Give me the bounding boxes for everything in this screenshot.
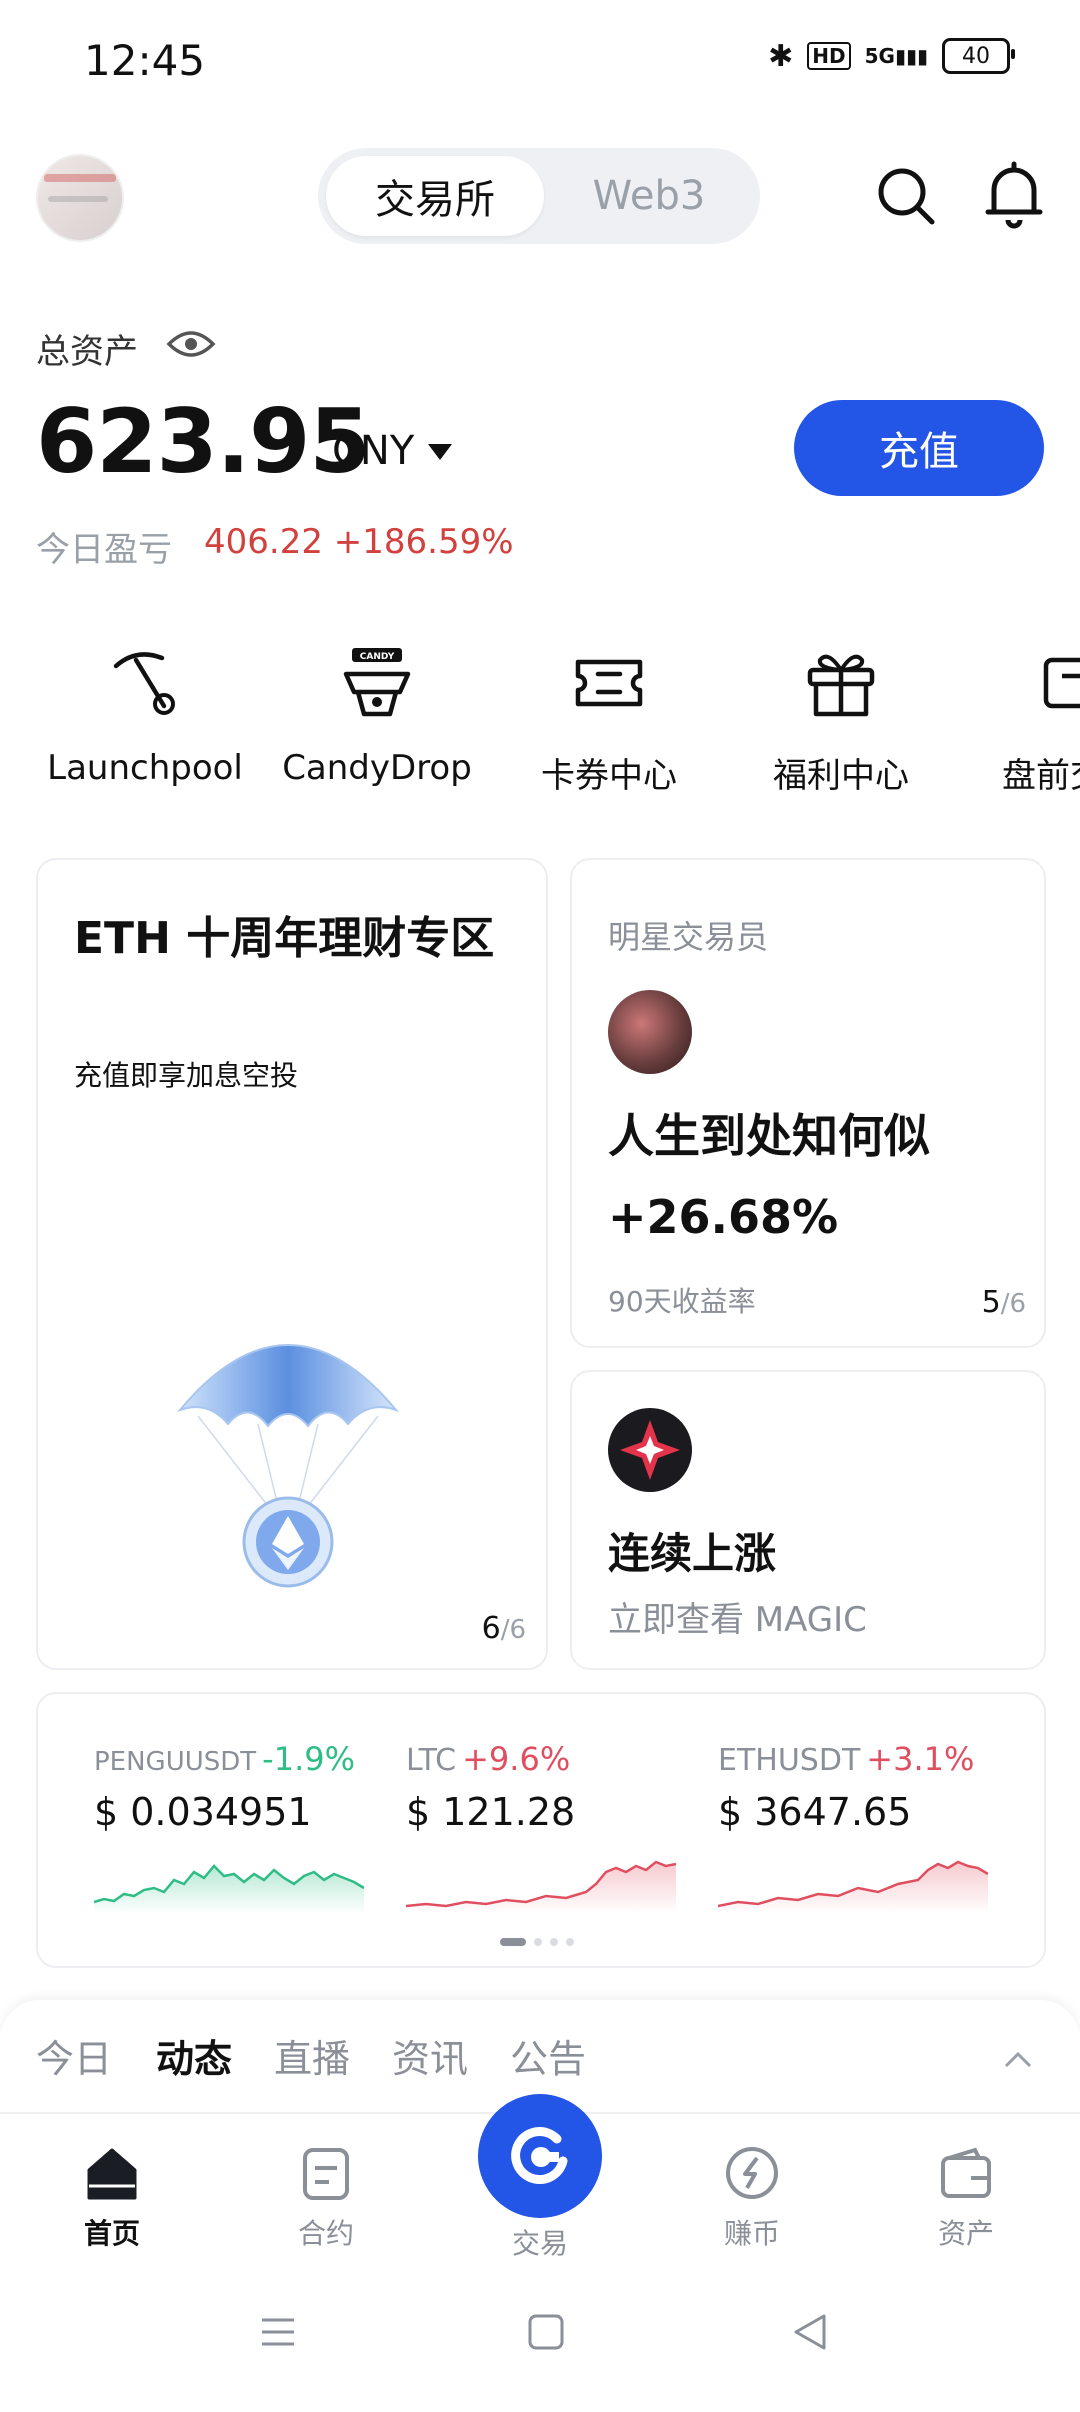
nav-label: 赚币 <box>723 2217 780 2250</box>
parachute-eth-icon <box>176 1344 400 1588</box>
ticker-symbol: ETHUSDT +3.1% <box>718 1740 975 1778</box>
menu-icon[interactable] <box>258 2312 298 2352</box>
star-trader-card[interactable]: 明星交易员 人生到处知何似 +26.68% 90天收益率 5/6 <box>570 858 1046 1348</box>
eth-card-subtitle: 充值即享加息空投 <box>74 1059 299 1092</box>
feed-tab-activity[interactable]: 动态 <box>156 2028 232 2083</box>
eye-icon[interactable] <box>166 326 216 362</box>
nav-assets[interactable]: 资产 <box>886 2144 1046 2252</box>
quick-action-welfare[interactable]: 福利中心 <box>726 644 956 797</box>
svg-text:CANDY: CANDY <box>360 652 395 662</box>
bluetooth-icon: ✱ <box>768 38 794 74</box>
rising-title: 连续上涨 <box>608 1529 777 1578</box>
candy-icon: CANDY <box>343 648 411 717</box>
ticker-card: PENGUUSDT -1.9% $ 0.034951 LTC +9.6% $ 121… <box>36 1692 1046 1968</box>
home-square-icon[interactable] <box>526 2312 566 2352</box>
sparkline-down <box>94 1864 364 1914</box>
pnl-label: 今日盈亏 <box>36 530 172 570</box>
hd-icon: HD <box>807 42 851 70</box>
deposit-button[interactable]: 充值 <box>794 400 1044 496</box>
earn-icon <box>726 2147 778 2199</box>
pickaxe-icon <box>113 652 175 715</box>
quick-action-label: 盘前交 <box>1002 756 1080 796</box>
nav-trade-label: 交易 <box>511 2227 568 2260</box>
nav-label: 资产 <box>937 2217 994 2250</box>
eth-promo-card[interactable]: ETH 十周年理财专区 充值即享加息空投 6/6 <box>36 858 548 1670</box>
nav-trade-button[interactable] <box>478 2094 602 2218</box>
trader-return: +26.68% <box>608 1190 839 1244</box>
magic-coin-icon <box>608 1408 692 1492</box>
nav-label: 合约 <box>297 2217 354 2250</box>
asset-amount: 623.95 <box>36 390 371 493</box>
mode-switch: 交易所 Web3 <box>318 148 760 244</box>
rising-subtitle: 立即查看 MAGIC <box>608 1600 867 1640</box>
assets-label: 总资产 <box>36 332 138 372</box>
ticker-price: $ 3647.65 <box>718 1790 912 1834</box>
quick-action-coupons[interactable]: 卡券中心 <box>494 644 724 797</box>
quick-action-label: 福利中心 <box>773 756 909 796</box>
tab-exchange[interactable]: 交易所 <box>326 156 544 236</box>
user-avatar[interactable] <box>36 154 124 242</box>
search-icon[interactable] <box>874 164 938 228</box>
wallet-icon <box>941 2147 991 2198</box>
feed-tab-today[interactable]: 今日 <box>36 2028 112 2083</box>
ticker-pengu[interactable]: PENGUUSDT -1.9% $ 0.034951 <box>94 1694 394 1934</box>
signal-icon: 5G▮▮▮ <box>864 44 928 68</box>
ticker-price: $ 121.28 <box>406 1790 576 1834</box>
trader-name: 人生到处知何似 <box>608 1109 930 1163</box>
system-nav <box>0 2282 1080 2412</box>
nav-label: 首页 <box>83 2217 140 2250</box>
ticker-symbol: PENGUUSDT -1.9% <box>94 1740 356 1778</box>
pnl-value: 406.22 +186.59% <box>204 522 514 562</box>
status-time: 12:45 <box>84 36 206 85</box>
tab-web3[interactable]: Web3 <box>544 156 754 236</box>
ticket-icon <box>575 659 643 707</box>
premarket-icon <box>1043 657 1080 709</box>
status-icons: ✱ HD 5G▮▮▮ 40 <box>768 38 1015 74</box>
quick-action-launchpool[interactable]: Launchpool <box>30 644 260 788</box>
battery-icon: 40 <box>942 38 1015 74</box>
sparkline-up <box>406 1860 676 1914</box>
trader-avatar <box>608 990 692 1074</box>
home-icon <box>87 2148 137 2200</box>
feed-tab-live[interactable]: 直播 <box>274 2028 350 2083</box>
quick-action-label: Launchpool <box>47 748 243 788</box>
chevron-up-icon[interactable] <box>1004 2050 1032 2070</box>
currency-selector[interactable]: CNY <box>332 428 414 474</box>
ticker-pagination <box>500 1938 574 1946</box>
trader-card-pager: 5/6 <box>981 1285 1026 1320</box>
back-icon[interactable] <box>790 2312 830 2352</box>
bell-icon[interactable] <box>982 160 1046 230</box>
contract-icon <box>303 2148 349 2200</box>
quick-action-label: CandyDrop <box>282 748 472 788</box>
trader-return-label: 90天收益率 <box>608 1285 756 1318</box>
ticker-price: $ 0.034951 <box>94 1790 312 1834</box>
quick-action-label: 卡券中心 <box>541 756 677 796</box>
nav-home[interactable]: 首页 <box>32 2144 192 2252</box>
ticker-ltc[interactable]: LTC +9.6% $ 121.28 <box>406 1694 706 1934</box>
trade-icon <box>511 2127 568 2185</box>
sparkline-up <box>718 1860 988 1914</box>
nav-futures[interactable]: 合约 <box>246 2144 406 2252</box>
ticker-eth[interactable]: ETHUSDT +3.1% $ 3647.65 <box>718 1694 1018 1934</box>
eth-card-title: ETH 十周年理财专区 <box>74 913 495 964</box>
quick-action-premarket[interactable]: 盘前交 <box>958 644 1080 797</box>
eth-card-pager: 6/6 <box>481 1611 526 1646</box>
quick-action-candydrop[interactable]: CANDY CandyDrop <box>262 644 492 788</box>
rising-coin-card[interactable]: 连续上涨 立即查看 MAGIC <box>570 1370 1046 1670</box>
caret-down-icon[interactable] <box>428 444 452 460</box>
feed-tab-news[interactable]: 资讯 <box>392 2028 468 2083</box>
gift-icon <box>807 654 875 717</box>
ticker-symbol: LTC +9.6% <box>406 1740 571 1778</box>
feed-tab-announcements[interactable]: 公告 <box>510 2028 586 2083</box>
nav-earn[interactable]: 赚币 <box>672 2144 832 2252</box>
trader-card-label: 明星交易员 <box>608 918 769 956</box>
